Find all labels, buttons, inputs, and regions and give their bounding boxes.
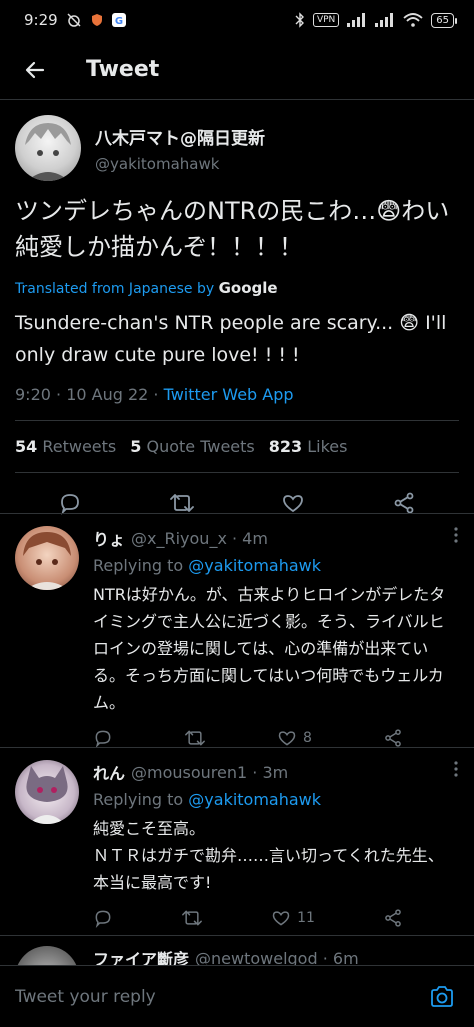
tweet-author[interactable]: 八木戸マト@隔日更新 @yakitomahawk [15,115,459,181]
retweet-button[interactable] [181,908,203,928]
like-button[interactable] [281,491,305,515]
avatar[interactable] [15,115,81,181]
share-button[interactable] [383,728,403,748]
tweet-actions [15,473,459,533]
translator-name: Google [218,279,278,297]
like-count: 8 [303,730,312,746]
bluetooth-icon [295,12,305,28]
replying-to-handle[interactable]: @yakitomahawk [188,790,321,809]
author-handle: @yakitomahawk [95,154,220,173]
alarm-off-icon [66,12,82,28]
share-button[interactable] [392,491,416,515]
replying-to: Replying to @yakitomahawk [93,556,322,575]
share-icon [394,492,414,514]
translation-credit[interactable]: Translated from Japanese by Google [15,279,459,297]
reply-author-handle: @mousouren1 · 3m [131,762,289,782]
shield-app-icon [90,13,104,27]
like-button[interactable]: 11 [271,908,315,928]
more-vertical-icon [454,761,458,777]
tweet-time: 9:20 · 10 Aug 22 [15,385,149,404]
replying-to: Replying to @yakitomahawk [93,790,322,809]
reply-text: 純愛こそ至高。 ＮＴＲはガチで勘弁……言い切ってくれた先生、本当に最高です! [93,819,444,892]
tweet-meta: 9:20 · 10 Aug 22 · Twitter Web App [15,385,459,421]
reply-author-name[interactable]: りょ [93,526,125,550]
battery-indicator: 65 [431,12,457,28]
tweet-text: ツンデレちゃんのNTRの民こわ…😨わい純愛しか描かんぞ！！！！ [15,197,450,261]
heart-icon [283,495,304,513]
tweet-source[interactable]: Twitter Web App [164,385,294,404]
replying-to-handle[interactable]: @yakitomahawk [188,556,321,575]
avatar[interactable] [15,526,79,590]
signal-icon-2 [375,13,395,27]
avatar[interactable] [15,760,79,824]
reply-author-handle: @x_Riyou_x · 4m [131,528,268,548]
retweet-icon [185,730,205,746]
divider [0,935,474,936]
author-name: 八木戸マト@隔日更新 [95,128,265,149]
status-time: 9:29 [24,11,58,29]
camera-button[interactable] [425,980,459,1014]
reply-button[interactable] [93,908,113,928]
retweet-button[interactable] [169,491,195,515]
more-options-button[interactable] [453,760,459,778]
more-vertical-icon [454,527,458,543]
reply-icon [95,730,111,748]
top-app-bar: Tweet [0,40,474,100]
retweet-icon [169,494,194,512]
reply-icon [95,910,111,928]
wifi-icon [403,13,423,27]
likes-stat[interactable]: 823 Likes [269,437,348,456]
camera-icon [431,985,453,1007]
retweet-button[interactable] [184,728,206,748]
reply-composer [0,965,474,1027]
translated-label: Translated from Japanese by [15,281,215,297]
tweet-stats: 54 Retweets 5 Quote Tweets 823 Likes [15,421,459,473]
heart-icon [272,911,290,926]
reply-input[interactable] [15,986,425,1007]
like-button[interactable]: 8 [277,728,312,748]
page-title: Tweet [86,57,160,82]
reply-tweet[interactable]: れん @mousouren1 · 3m Replying to @yakitom… [0,760,474,928]
reply-tweet[interactable]: りょ @x_Riyou_x · 4m Replying to @yakitoma… [0,526,474,748]
heart-icon [278,731,296,746]
vpn-badge: VPN [312,13,340,27]
reply-button[interactable] [58,491,82,515]
reply-text: NTRは好かん。が、古来よりヒロインがデレたタイミングで主人公に近づく影。そう、… [93,585,446,712]
retweet-icon [182,910,202,926]
back-button[interactable] [18,53,52,87]
tweet-translation: Tsundere-chan's NTR people are scary... … [15,312,447,366]
main-tweet: 八木戸マト@隔日更新 @yakitomahawk ツンデレちゃんのNTRの民こわ… [0,100,474,533]
google-app-icon: G [111,13,126,27]
more-options-button[interactable] [453,526,459,544]
share-icon [385,909,401,927]
reply-actions: 8 [93,728,403,748]
retweets-stat[interactable]: 54 Retweets [15,437,116,456]
divider [0,513,474,514]
status-bar: 9:29 G VPN 65 [0,0,474,40]
reply-button[interactable] [93,728,113,748]
reply-icon [61,494,80,515]
like-count: 11 [297,910,315,926]
share-button[interactable] [383,908,403,928]
share-icon [385,729,401,747]
reply-actions: 11 [93,908,403,928]
divider [0,747,474,748]
signal-icon [347,13,367,27]
quotes-stat[interactable]: 5 Quote Tweets [130,437,254,456]
svg-text:G: G [115,16,123,27]
reply-author-name[interactable]: れん [93,760,125,784]
arrow-left-icon [25,61,45,78]
